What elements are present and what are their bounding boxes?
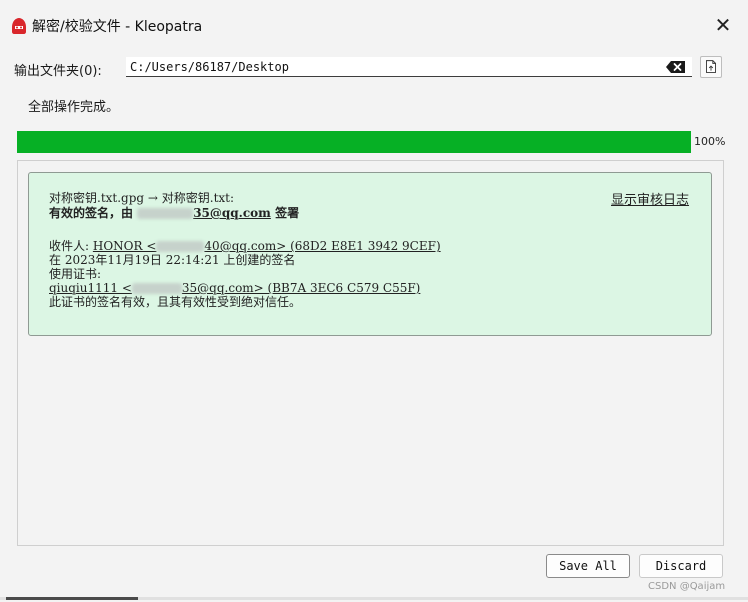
recipient-label: 收件人: (49, 239, 90, 253)
show-audit-log-link[interactable]: 显示审核日志 (611, 189, 689, 208)
file-mapping: 对称密钥.txt.gpg → 对称密钥.txt: (49, 191, 235, 205)
status-message: 全部操作完成。 (28, 100, 120, 115)
title-bar: 解密/校验文件 - Kleopatra ✕ (0, 0, 748, 50)
browse-folder-button[interactable] (700, 56, 722, 78)
watermark: CSDN @Qaijam (648, 581, 726, 592)
signature-result-box: 对称密钥.txt.gpg → 对称密钥.txt: 有效的签名，由 35@qq.c… (28, 172, 712, 336)
recipient-link[interactable]: HONOR < 40@qq.com> (68D2 E8E1 3942 9CEF) (93, 239, 441, 253)
kleopatra-icon (12, 18, 26, 34)
certificate-detail: 35@qq.com> (BB7A 3EC6 C579 C55F) (181, 281, 421, 295)
save-all-button[interactable]: Save All (546, 554, 630, 578)
output-folder-input[interactable] (126, 57, 692, 77)
signature-prefix: 有效的签名，由 (49, 206, 134, 220)
recipient-detail: 40@qq.com> (68D2 E8E1 3942 9CEF) (204, 239, 441, 253)
discard-button[interactable]: Discard (639, 554, 723, 578)
taskbar-fragment (6, 597, 138, 600)
certificate-link[interactable]: qiuqiu1111 < 35@qq.com> (BB7A 3EC6 C579 C… (49, 281, 420, 295)
signature-summary: 有效的签名，由 35@qq.com 签署 (49, 206, 299, 220)
recipient-name: HONOR < (92, 239, 157, 253)
progress-percent: 100% (694, 135, 726, 148)
signature-suffix: 签署 (275, 206, 300, 220)
backspace-clear-icon[interactable] (664, 58, 688, 76)
redacted-email (131, 283, 182, 294)
signer-email[interactable]: 35@qq.com (193, 206, 271, 220)
certificate-label: 使用证书: (49, 267, 102, 281)
output-folder-label: 输出文件夹(0): (14, 64, 102, 79)
redacted-email (156, 241, 205, 252)
window-title: 解密/校验文件 - Kleopatra (32, 19, 203, 35)
certificate-name: qiuqiu1111 < (49, 281, 132, 295)
close-window-button[interactable]: ✕ (706, 8, 740, 42)
signature-created: 在 2023年11月19日 22:14:21 上创建的签名 (49, 253, 296, 267)
file-browse-icon (706, 60, 716, 73)
redacted-email (137, 208, 194, 219)
trust-status: 此证书的签名有效，且其有效性受到绝对信任。 (49, 295, 302, 309)
progress-fill (17, 131, 691, 153)
progress-bar (17, 131, 691, 153)
recipient-line: 收件人: HONOR < 40@qq.com> (68D2 E8E1 3942 9… (49, 239, 441, 253)
